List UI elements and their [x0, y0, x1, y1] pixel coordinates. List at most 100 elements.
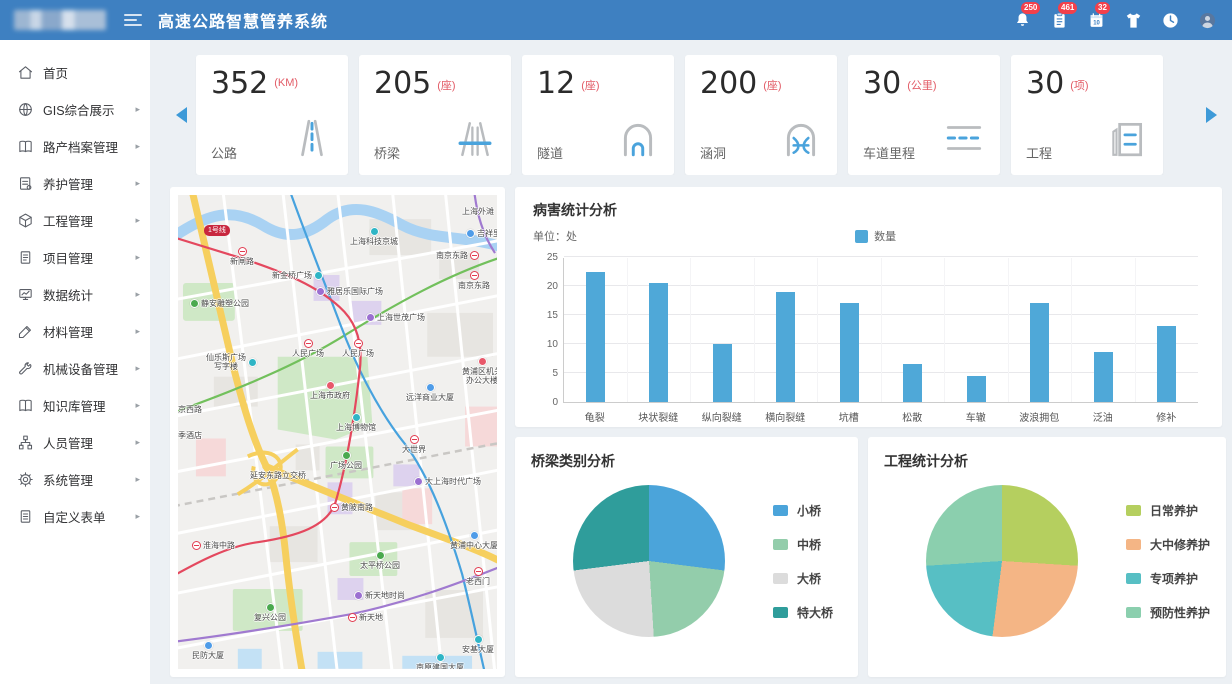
poi-icon-green — [376, 551, 385, 560]
legend-item-专项养护[interactable]: 专项养护 — [1126, 570, 1210, 587]
chevron-right-icon: ▸ — [135, 141, 140, 152]
sidebar-item-8[interactable]: 材料管理▸ — [0, 313, 150, 350]
calendar-icon[interactable]: 1032 — [1085, 9, 1107, 31]
sidebar-item-12[interactable]: 系统管理▸ — [0, 461, 150, 498]
sidebar-item-11[interactable]: 人员管理▸ — [0, 424, 150, 461]
clock-icon[interactable] — [1159, 9, 1181, 31]
sidebar-item-1[interactable]: 首页 — [0, 54, 150, 91]
chevron-right-icon: ▸ — [135, 437, 140, 448]
sidebar-item-label: 养护管理 — [43, 174, 135, 193]
map-label-text: 黄陂南路 — [341, 503, 373, 512]
legend-item-大桥[interactable]: 大桥 — [773, 570, 833, 587]
metro-line-badge: 1号线 — [204, 225, 230, 236]
bar-column — [627, 258, 691, 402]
sidebar-item-label: GIS综合展示 — [43, 100, 135, 119]
stat-card-涵洞[interactable]: 200(座)涵洞 — [685, 55, 837, 175]
engineering-icon — [17, 212, 34, 229]
menu-toggle-icon[interactable] — [124, 14, 142, 26]
legend-label: 小桥 — [797, 502, 821, 519]
stat-label: 车道里程 — [863, 143, 915, 164]
cards-scroll-right-button[interactable] — [1200, 107, 1222, 123]
poi-icon-red — [478, 357, 487, 366]
bell-icon[interactable]: 250 — [1011, 9, 1033, 31]
metro-station-icon — [304, 339, 313, 348]
stat-value: 352 — [211, 68, 268, 100]
bar-column — [817, 258, 881, 402]
poi-icon-teal — [370, 227, 379, 236]
map-label: 季酒店 — [178, 431, 202, 440]
map-label: 新天地 — [348, 613, 383, 622]
sidebar-item-5[interactable]: 工程管理▸ — [0, 202, 150, 239]
stat-card-top: 12(座) — [537, 68, 659, 100]
notification-badge: 250 — [1021, 2, 1040, 14]
legend-swatch — [1126, 607, 1141, 618]
map-label: 广场公园 — [330, 451, 362, 470]
map-label: 远洋商业大厦 — [406, 383, 454, 402]
y-axis-tick: 5 — [534, 368, 558, 379]
svg-text:10: 10 — [1093, 20, 1100, 26]
sidebar-item-6[interactable]: 项目管理▸ — [0, 239, 150, 276]
shirt-icon[interactable] — [1122, 9, 1144, 31]
sidebar-item-3[interactable]: 路产档案管理▸ — [0, 128, 150, 165]
cards-scroll-left-button[interactable] — [170, 107, 192, 123]
x-axis-label: 横向裂缝 — [754, 409, 818, 424]
maintenance-icon — [17, 175, 34, 192]
sidebar-item-label: 知识库管理 — [43, 396, 135, 415]
sidebar-item-10[interactable]: 知识库管理▸ — [0, 387, 150, 424]
chevron-right-icon: ▸ — [135, 178, 140, 189]
legend-item-日常养护[interactable]: 日常养护 — [1126, 502, 1210, 519]
clipboard-icon[interactable]: 461 — [1048, 9, 1070, 31]
map-label: 黄陂南路 — [330, 503, 373, 512]
stat-card-桥梁[interactable]: 205(座)桥梁 — [359, 55, 511, 175]
sidebar-item-4[interactable]: 养护管理▸ — [0, 165, 150, 202]
engineering-doc-icon — [1106, 117, 1148, 164]
notification-badge: 32 — [1095, 2, 1110, 14]
legend-item-大中修养护[interactable]: 大中修养护 — [1126, 536, 1210, 553]
stat-card-公路[interactable]: 352(KM)公路 — [196, 55, 348, 175]
sidebar-item-2[interactable]: GIS综合展示▸ — [0, 91, 150, 128]
sidebar-item-label: 工程管理 — [43, 211, 135, 230]
map-panel: 上海外滩1号线新闸路上海科技京城吉祥里南京东路南京东路新金桥广场雅居乐国际广场静… — [170, 187, 505, 677]
map-label: 南原建国大厦 — [416, 653, 464, 669]
stat-card-bottom: 隧道 — [537, 117, 659, 164]
sidebar-item-9[interactable]: 机械设备管理▸ — [0, 350, 150, 387]
notification-badge: 461 — [1058, 2, 1077, 14]
map-label-text: 太平桥公园 — [360, 561, 400, 570]
stat-unit: (座) — [581, 77, 599, 93]
metro-station-icon — [354, 339, 363, 348]
sidebar-item-label: 机械设备管理 — [43, 359, 135, 378]
map-label-text: 吉祥里 — [477, 229, 497, 238]
bar-横向裂缝 — [776, 292, 795, 402]
knowledge-icon — [17, 397, 34, 414]
map-label: 雅居乐国际广场 — [316, 287, 383, 296]
chart-title: 病害统计分析 — [533, 200, 1204, 220]
legend-item-小桥[interactable]: 小桥 — [773, 502, 833, 519]
main-content: 352(KM)公路205(座)桥梁 12(座) 隧道 200(座)涵洞30(公里)车道… — [150, 40, 1232, 684]
map-label-text: 广场公园 — [330, 461, 362, 470]
stat-card-top: 205(座) — [374, 68, 496, 100]
legend-item-特大桥[interactable]: 特大桥 — [773, 604, 833, 621]
stat-value: 30 — [863, 68, 901, 100]
y-axis-tick: 10 — [534, 339, 558, 350]
pie-legend: 日常养护大中修养护专项养护预防性养护 — [1126, 502, 1210, 621]
chart-legend[interactable]: 数量 — [855, 228, 896, 244]
poi-icon-blue — [204, 641, 213, 650]
poi-icon-purple — [354, 591, 363, 600]
legend-item-预防性养护[interactable]: 预防性养护 — [1126, 604, 1210, 621]
bar-column — [1071, 258, 1135, 402]
city-map[interactable]: 上海外滩1号线新闸路上海科技京城吉祥里南京东路南京东路新金桥广场雅居乐国际广场静… — [178, 195, 497, 669]
map-label-text: 老西门 — [466, 577, 490, 586]
stat-card-工程[interactable]: 30(项)工程 — [1011, 55, 1163, 175]
stat-card-top: 352(KM) — [211, 68, 333, 100]
avatar-icon[interactable] — [1196, 9, 1218, 31]
sidebar-item-13[interactable]: 自定义表单▸ — [0, 498, 150, 535]
map-label: 黄浦区机关办公大楼 — [462, 357, 497, 385]
chart-title: 工程统计分析 — [884, 451, 1210, 471]
home-icon — [17, 64, 34, 81]
stat-card-隧道[interactable]: 12(座) 隧道 — [522, 55, 674, 175]
x-axis-label: 块状裂缝 — [627, 409, 691, 424]
stat-card-车道里程[interactable]: 30(公里)车道里程 — [848, 55, 1000, 175]
legend-item-中桥[interactable]: 中桥 — [773, 536, 833, 553]
sidebar-item-7[interactable]: 数据统计▸ — [0, 276, 150, 313]
bridge-pie-panel: 桥梁类别分析 小桥中桥大桥特大桥 — [515, 437, 858, 677]
